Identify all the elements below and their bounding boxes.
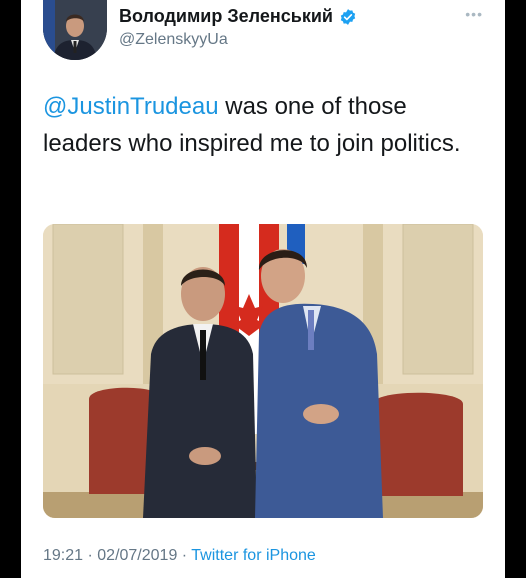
tweet-time[interactable]: 19:21: [43, 547, 83, 564]
more-options-icon[interactable]: •••: [465, 6, 483, 22]
mention-link[interactable]: @JustinTrudeau: [43, 93, 219, 120]
verified-badge-icon: [339, 8, 357, 26]
meta-separator: ·: [83, 547, 98, 564]
tweet-card: Володимир Зеленський @ZelenskyyUa ••• @J…: [21, 0, 505, 578]
author-avatar[interactable]: [43, 0, 107, 60]
tweet-photo[interactable]: [43, 224, 483, 518]
author-display-name[interactable]: Володимир Зеленський: [119, 6, 357, 27]
tweet-text: @JustinTrudeau was one of those leaders …: [43, 88, 473, 162]
author-handle[interactable]: @ZelenskyyUa: [119, 31, 228, 49]
meta-separator: ·: [177, 547, 192, 564]
tweet-meta: 19:21 · 02/07/2019 · Twitter for iPhone: [43, 547, 316, 565]
tweet-source-link[interactable]: Twitter for iPhone: [191, 547, 316, 564]
display-name-text[interactable]: Володимир Зеленський: [119, 6, 333, 27]
tweet-date[interactable]: 02/07/2019: [97, 547, 177, 564]
